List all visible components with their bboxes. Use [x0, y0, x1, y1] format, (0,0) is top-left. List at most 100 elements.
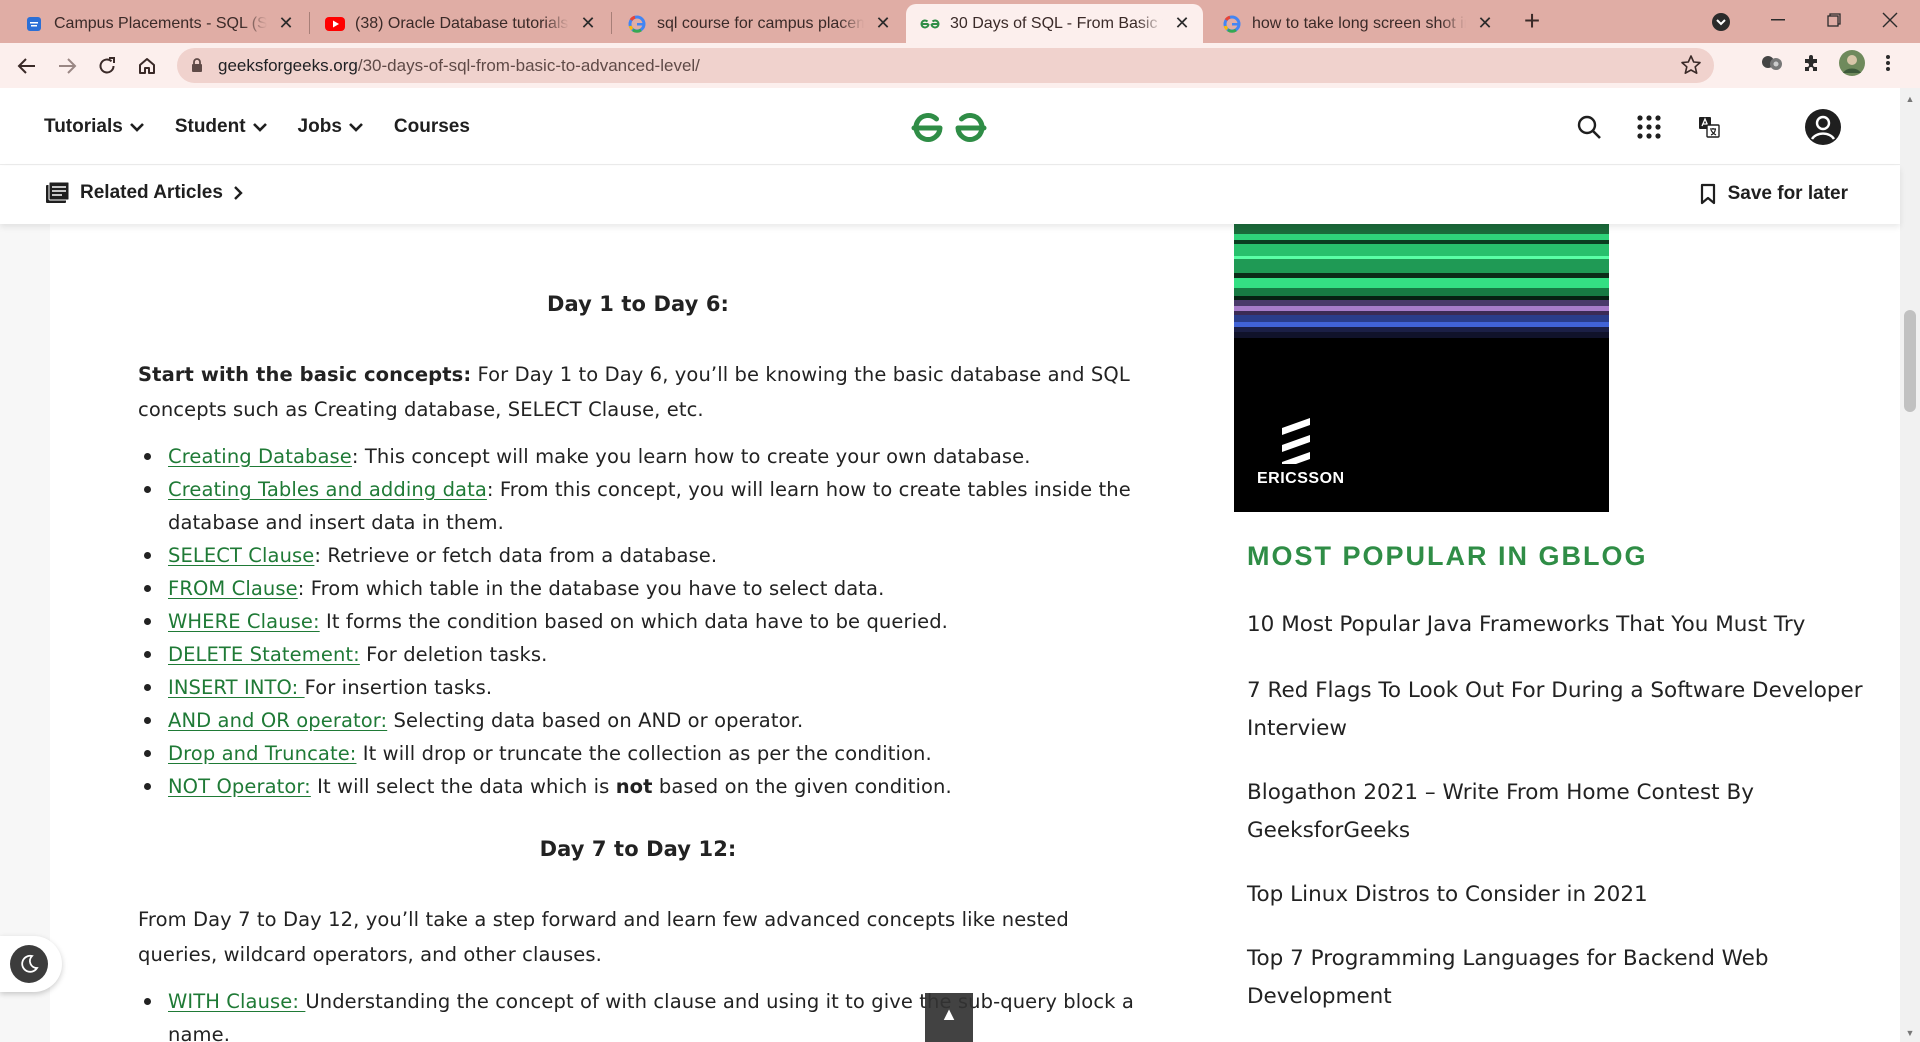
article-link[interactable]: WITH Clause:	[168, 990, 305, 1013]
browser-tab[interactable]: Campus Placements - SQL (Struct ✕	[10, 4, 307, 43]
list-item: WHERE Clause: It forms the condition bas…	[138, 605, 1138, 638]
list-item: FROM Clause: From which table in the dat…	[138, 572, 1138, 605]
nav-student[interactable]: Student	[175, 116, 268, 138]
page-scrollbar[interactable]	[1900, 88, 1920, 1042]
save-for-later-button[interactable]: Save for later	[1700, 183, 1848, 205]
list-item: INSERT INTO: For insertion tasks.	[138, 671, 1138, 704]
tab-title: (38) Oracle Database tutorials 1: I	[355, 14, 569, 32]
restore-icon[interactable]	[1806, 0, 1862, 40]
close-window-icon[interactable]	[1862, 0, 1918, 40]
nav-courses[interactable]: Courses	[394, 116, 470, 138]
item-text: based on the given condition.	[652, 775, 952, 798]
nav-label: Courses	[393, 115, 470, 137]
popular-item[interactable]: Top Linux Distros to Consider in 2021	[1247, 876, 1867, 914]
article-link[interactable]: Creating Tables and adding data	[168, 478, 487, 501]
browser-tab[interactable]: sql course for campus placement ✕	[613, 4, 904, 43]
home-icon[interactable]	[130, 49, 164, 83]
user-account-icon[interactable]	[1803, 107, 1843, 147]
extensions-puzzle-icon[interactable]	[1798, 49, 1826, 77]
close-tab-icon[interactable]: ✕	[1171, 13, 1193, 35]
close-tab-icon[interactable]: ✕	[872, 13, 894, 35]
list-item: AND and OR operator: Selecting data base…	[138, 704, 1138, 737]
profile-avatar[interactable]	[1838, 49, 1866, 77]
popular-item[interactable]: Top 7 Programming Languages for Backend …	[1247, 940, 1867, 1016]
intro-bold: Start with the basic concepts:	[138, 363, 472, 386]
list-item: Creating Database: This concept will mak…	[138, 440, 1138, 473]
scroll-down-arrow-icon[interactable]: ▼	[1903, 1026, 1917, 1040]
article-link[interactable]: WHERE Clause:	[168, 610, 320, 633]
article-link[interactable]: INSERT INTO:	[168, 676, 305, 699]
popular-item[interactable]: Blogathon 2021 – Write From Home Contest…	[1247, 774, 1867, 850]
browser-tab[interactable]: how to take long screen shot in w ✕	[1208, 4, 1506, 43]
item-text: Understanding the concept of with clause…	[168, 990, 1134, 1042]
save-for-later-label: Save for later	[1727, 183, 1848, 204]
gfg-logo[interactable]	[910, 106, 988, 151]
article-link[interactable]: NOT Operator:	[168, 775, 311, 798]
chevron-right-icon	[234, 186, 243, 200]
ericsson-logo-icon	[1282, 418, 1310, 464]
list-item: Drop and Truncate: It will drop or trunc…	[138, 737, 1138, 770]
apps-grid-icon[interactable]	[1632, 110, 1666, 144]
popular-item[interactable]: 10 Most Popular Java Frameworks That You…	[1247, 606, 1867, 644]
nav-label: Student	[174, 115, 246, 137]
nav-jobs[interactable]: Jobs	[298, 116, 364, 138]
close-tab-icon[interactable]: ✕	[577, 13, 599, 35]
bookmark-star-icon[interactable]	[1680, 54, 1702, 81]
browser-tab-active[interactable]: 30 Days of SQL - From Basic to A ✕	[906, 4, 1203, 43]
translate-icon[interactable]	[1692, 110, 1726, 144]
article-link[interactable]: AND and OR operator:	[168, 709, 387, 732]
dark-mode-toggle[interactable]	[0, 936, 62, 992]
article-link[interactable]: Creating Database	[168, 445, 352, 468]
list-item: NOT Operator: It will select the data wh…	[138, 770, 1138, 803]
related-articles-toggle[interactable]: Related Articles	[44, 181, 243, 205]
url-text[interactable]: geeksforgeeks.org/30-days-of-sql-from-ba…	[218, 56, 700, 76]
list-item: Creating Tables and adding data: From th…	[138, 473, 1138, 539]
google-favicon-icon	[1222, 14, 1242, 34]
close-tab-icon[interactable]: ✕	[1474, 13, 1496, 35]
youtube-favicon-icon	[325, 14, 345, 34]
nav-tutorials[interactable]: Tutorials	[44, 116, 145, 138]
tab-title: sql course for campus placement	[657, 14, 864, 32]
lock-icon[interactable]	[191, 58, 203, 78]
popular-item[interactable]: 7 Red Flags To Look Out For During a Sof…	[1247, 672, 1867, 748]
article-subheader: Related Articles Save for later	[0, 166, 1900, 224]
scroll-up-arrow-icon[interactable]: ▲	[1903, 92, 1917, 106]
item-bold: not	[615, 775, 653, 798]
popular-heading: MOST POPULAR IN GBLOG	[1247, 541, 1648, 571]
ad-brand-label: ERICSSON	[1257, 470, 1345, 487]
concept-list: WITH Clause: Understanding the concept o…	[138, 985, 1138, 1042]
document-favicon-icon	[24, 14, 44, 34]
tab-title: 30 Days of SQL - From Basic to A	[950, 14, 1163, 32]
article-link[interactable]: DELETE Statement:	[168, 643, 360, 666]
bookmark-icon	[1700, 183, 1715, 205]
new-tab-button[interactable]: +	[1516, 6, 1548, 38]
item-text: Selecting data based on AND or operator.	[387, 709, 804, 732]
address-bar[interactable]: geeksforgeeks.org/30-days-of-sql-from-ba…	[177, 48, 1714, 83]
article-link[interactable]: Drop and Truncate:	[168, 742, 356, 765]
chevron-down-icon	[348, 122, 363, 132]
tab-search-icon[interactable]	[1709, 10, 1733, 34]
item-text: For deletion tasks.	[359, 643, 548, 666]
minimize-icon[interactable]	[1750, 0, 1806, 40]
main-nav: Tutorials Student Jobs Courses	[44, 88, 470, 165]
url-path: /30-days-of-sql-from-basic-to-advanced-l…	[357, 56, 700, 75]
article-link[interactable]: SELECT Clause	[168, 544, 314, 567]
google-favicon-icon	[627, 14, 647, 34]
advertisement-banner[interactable]: ERICSSON	[1234, 224, 1609, 512]
search-icon[interactable]	[1572, 110, 1606, 144]
gfg-favicon-icon	[920, 14, 940, 34]
forward-arrow-icon[interactable]	[50, 49, 84, 83]
back-arrow-icon[interactable]	[10, 49, 44, 83]
browser-tab[interactable]: (38) Oracle Database tutorials 1: I ✕	[311, 4, 609, 43]
extension-icon[interactable]	[1758, 49, 1786, 77]
section-intro: Start with the basic concepts: For Day 1…	[138, 357, 1138, 427]
browser-toolbar: geeksforgeeks.org/30-days-of-sql-from-ba…	[0, 43, 1920, 88]
close-tab-icon[interactable]: ✕	[275, 13, 297, 35]
scroll-to-top-button[interactable]: ▲	[925, 993, 973, 1042]
scrollbar-thumb[interactable]	[1904, 310, 1916, 412]
article-link[interactable]: FROM Clause	[168, 577, 298, 600]
browser-menu-icon[interactable]	[1880, 49, 1896, 77]
ad-stripes-graphic	[1234, 224, 1609, 366]
concept-list: Creating Database: This concept will mak…	[138, 440, 1138, 803]
reload-icon[interactable]	[90, 49, 124, 83]
